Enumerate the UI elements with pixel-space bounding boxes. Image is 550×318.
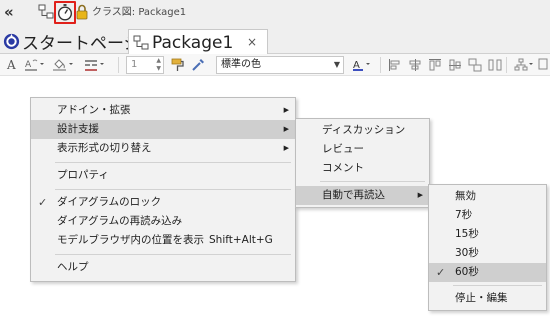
menu-item-stop-edit[interactable]: 停止・編集: [429, 289, 546, 308]
submenu-arrow-icon: ▶: [283, 144, 289, 152]
menu-item-label: 15秒: [455, 228, 479, 240]
menu-item-7sec[interactable]: 7秒: [429, 206, 546, 225]
menu-item-label: ダイアグラムのロック: [57, 196, 162, 208]
collapse-panel-button[interactable]: «: [4, 3, 20, 21]
checkmark-icon: ✓: [38, 196, 48, 209]
stepper-arrows[interactable]: ▲ ▼: [156, 57, 161, 73]
menu-separator: [320, 181, 425, 182]
menu-item-properties[interactable]: プロパティ: [31, 166, 295, 185]
submenu-arrow-icon: ▶: [283, 125, 289, 133]
auto-reload-submenu: 無効 7秒 15秒 30秒 ✓ 60秒 停止・編集: [428, 184, 547, 311]
menu-item-label: 自動で再読込: [322, 189, 385, 201]
fill-color-icon[interactable]: [52, 58, 76, 72]
menu-item-label: 表示形式の切り替え: [57, 142, 152, 154]
menu-item-label: ディスカッション: [322, 124, 406, 136]
menu-item-design-support[interactable]: 設計支援 ▶: [31, 120, 295, 139]
text-color-icon[interactable]: A: [24, 58, 46, 72]
align-middle-icon[interactable]: [448, 58, 462, 72]
design-support-submenu: ディスカッション レビュー コメント 自動で再読込 ▶: [295, 118, 430, 208]
tab-package1-label: Package1: [152, 32, 234, 53]
font-color-icon[interactable]: A: [352, 58, 374, 72]
fill-color-value: 標準の色: [221, 59, 261, 70]
context-menu: アドイン・拡張 ▶ 設計支援 ▶ 表示形式の切り替え ▶ プロパティ ✓ ダイア…: [30, 97, 296, 282]
menu-item-label: プロパティ: [57, 169, 109, 181]
tab-package1[interactable]: Package1 ×: [128, 29, 268, 55]
menu-separator: [453, 285, 542, 286]
menu-item-shortcut: Shift+Alt+G: [209, 234, 273, 246]
toolbar-separator: [118, 57, 119, 73]
menu-item-help[interactable]: ヘルプ: [31, 258, 295, 277]
menu-separator: [55, 189, 291, 190]
align-left-icon[interactable]: [388, 58, 402, 72]
menu-item-label: 設計支援: [57, 123, 99, 135]
menu-item-lock-diagram[interactable]: ✓ ダイアグラムのロック: [31, 193, 295, 212]
tab-strip: スタートページ Package1 ×: [0, 28, 550, 55]
menu-item-label: レビュー: [322, 143, 364, 155]
submenu-arrow-icon: ▶: [283, 106, 289, 114]
menu-item-switch-display-format[interactable]: 表示形式の切り替え ▶: [31, 139, 295, 158]
menu-item-discussion[interactable]: ディスカッション: [296, 121, 429, 140]
same-size-icon[interactable]: [468, 58, 482, 72]
format-painter-icon[interactable]: [170, 57, 186, 71]
align-top-icon[interactable]: [428, 58, 442, 72]
menu-item-disabled[interactable]: 無効: [429, 187, 546, 206]
menu-item-label: 30秒: [455, 247, 479, 259]
svg-text:A: A: [25, 60, 32, 70]
line-style-icon[interactable]: [84, 58, 108, 72]
distribute-icon[interactable]: [488, 58, 502, 72]
checkmark-icon: ✓: [436, 266, 446, 279]
class-diagram-icon: [133, 35, 149, 49]
close-tab-button[interactable]: ×: [245, 34, 259, 50]
font-size-value: 1: [131, 59, 138, 70]
menu-item-15sec[interactable]: 15秒: [429, 225, 546, 244]
menu-item-label: モデルブラウザ内の位置を表示: [57, 234, 204, 246]
breadcrumb: クラス図: Package1: [92, 7, 187, 18]
align-center-icon[interactable]: [408, 58, 422, 72]
more-tools-icon[interactable]: [538, 58, 548, 72]
menu-item-comment[interactable]: コメント: [296, 159, 429, 178]
highlight-frame: [54, 1, 76, 24]
menu-item-label: 7秒: [455, 209, 473, 221]
chevron-down-icon: ▼: [333, 60, 340, 69]
toolbar-separator: [380, 57, 381, 73]
menu-item-60sec[interactable]: ✓ 60秒: [429, 263, 546, 282]
class-diagram-icon[interactable]: [38, 4, 54, 20]
menu-item-auto-reload[interactable]: 自動で再読込 ▶: [296, 186, 429, 205]
submenu-arrow-icon: ▶: [417, 191, 423, 199]
format-toolbar: A A 1 ▲ ▼ 標準の色 ▼ A: [0, 54, 550, 76]
tab-start-page[interactable]: スタートページ: [3, 30, 141, 54]
layout-icon[interactable]: [514, 58, 536, 72]
menu-item-label: 60秒: [455, 266, 479, 278]
menu-item-review[interactable]: レビュー: [296, 140, 429, 159]
menu-item-addins[interactable]: アドイン・拡張 ▶: [31, 101, 295, 120]
fill-color-select[interactable]: 標準の色 ▼: [216, 56, 344, 74]
toolbar-separator: [506, 57, 507, 73]
menu-item-label: 無効: [455, 190, 476, 202]
start-page-icon: [3, 33, 20, 49]
tab-start-page-label: スタートページ: [22, 33, 141, 54]
lock-icon[interactable]: [76, 4, 92, 20]
eyedropper-icon[interactable]: [190, 57, 206, 71]
menu-item-label: ダイアグラムの再読み込み: [57, 215, 183, 227]
menu-item-label: 停止・編集: [455, 292, 508, 304]
menu-separator: [55, 162, 291, 163]
title-bar: « クラス図: Package1: [0, 0, 550, 28]
menu-item-label: コメント: [322, 162, 364, 174]
menu-item-show-in-model-browser[interactable]: モデルブラウザ内の位置を表示 Shift+Alt+G: [31, 231, 295, 250]
svg-text:A: A: [6, 58, 16, 72]
font-icon[interactable]: A: [6, 58, 18, 72]
menu-separator: [55, 254, 291, 255]
menu-item-reload-diagram[interactable]: ダイアグラムの再読み込み: [31, 212, 295, 231]
font-size-stepper[interactable]: 1 ▲ ▼: [126, 56, 164, 74]
menu-item-label: ヘルプ: [57, 261, 89, 273]
menu-item-label: アドイン・拡張: [57, 104, 131, 116]
menu-item-30sec[interactable]: 30秒: [429, 244, 546, 263]
